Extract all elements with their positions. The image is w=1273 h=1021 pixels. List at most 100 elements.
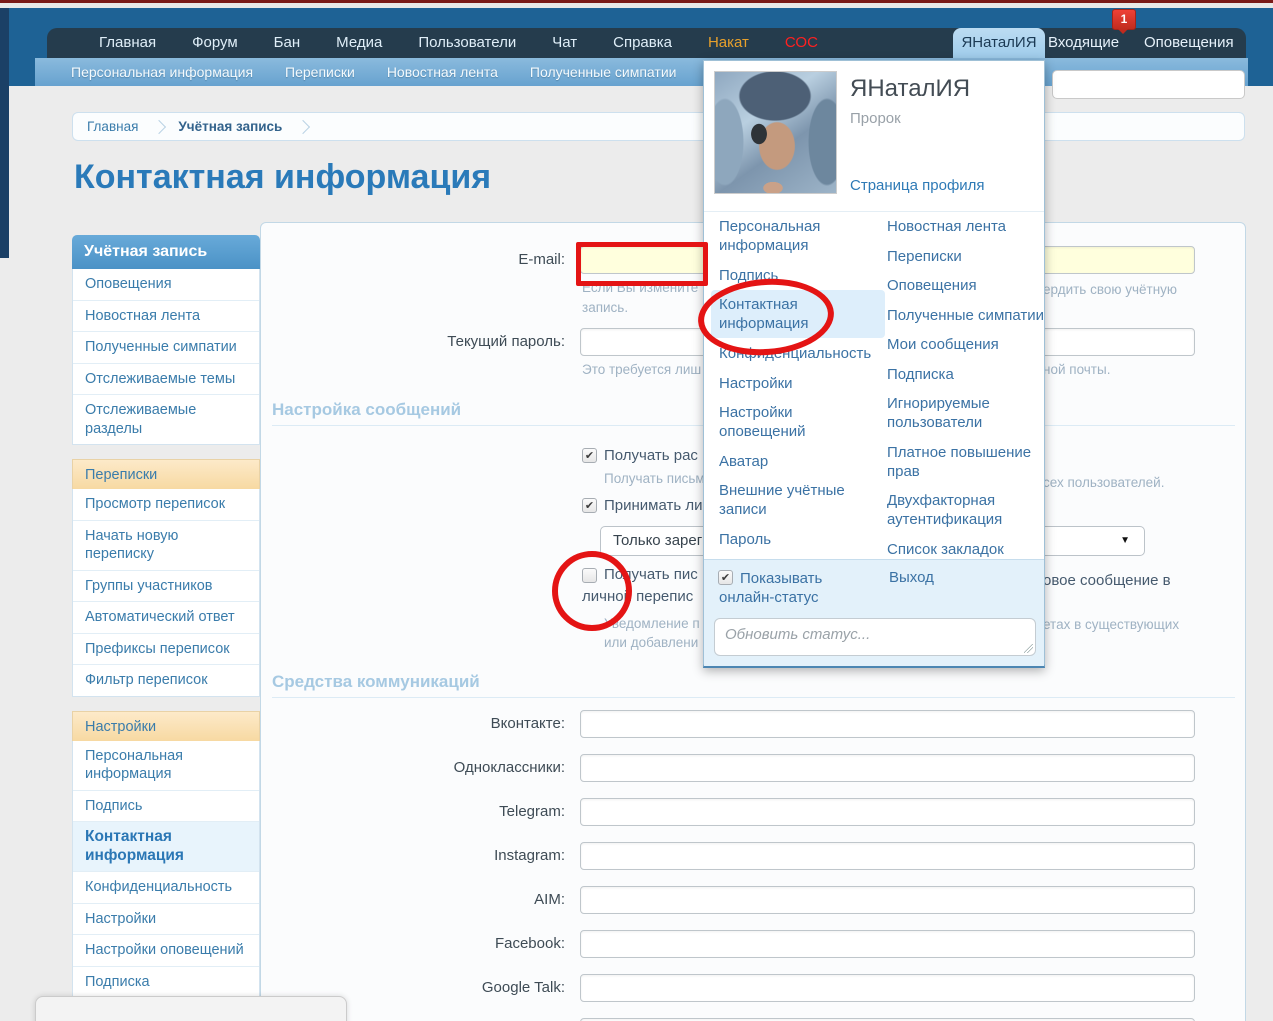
sidebar-item[interactable]: Подписка [73,967,259,999]
left-edge-strip [0,8,9,258]
social-field-input[interactable] [580,842,1195,870]
email-note-line2: запись. [582,300,628,315]
nav-item[interactable]: Форум [174,28,256,58]
social-field-label: Telegram: [265,798,565,826]
sidebar-section: НастройкиПерсональная информацияПодписьК… [72,711,260,1021]
nav-item-special[interactable]: Накат [690,28,767,58]
sidebar-item[interactable]: Контактная информация [73,822,259,872]
social-field-input[interactable] [580,754,1195,782]
nav-item[interactable]: Главная [81,28,174,58]
subnav-item[interactable]: Полученные симпатии [514,58,693,86]
accept-messages-checkbox[interactable]: ✔ [582,498,597,513]
dropdown-item[interactable]: Настройки оповещений [719,403,869,441]
sidebar-item[interactable]: Отслеживаемые темы [73,364,259,396]
sidebar-item[interactable]: Конфиденциальность [73,872,259,904]
accept-messages-label: Принимать ли [604,497,702,514]
email-note: Если Вы измените [582,280,698,295]
dropdown-left-column: Персональная информацияПодписьКонтактная… [719,217,869,559]
dropdown-item[interactable]: Платное повышение прав [887,443,1045,481]
online-status-label: Показывать онлайн-статус [719,569,849,607]
dropdown-item[interactable]: Конфиденциальность [719,344,869,363]
social-field-input[interactable] [580,710,1195,738]
profile-page-link[interactable]: Страница профиля [850,177,985,194]
social-field-input[interactable] [580,974,1195,1002]
page-title: Контактная информация [74,158,491,197]
dropdown-item[interactable]: Контактная информация [711,290,885,338]
sidebar-section: ПерепискиПросмотр переписокНачать новую … [72,459,260,697]
email-on-message-label-line1: Получать пис [604,566,698,583]
status-update-input[interactable] [714,618,1036,656]
sidebar-item[interactable]: Оповещения [73,269,259,301]
social-field-label: Facebook: [265,930,565,958]
email-on-message-checkbox[interactable] [582,568,597,583]
user-menu-tab[interactable]: ЯНаталИЯ [953,28,1045,58]
online-status-checkbox[interactable]: ✔ [718,570,733,585]
nav-item[interactable]: Справка [595,28,690,58]
dropdown-item[interactable]: Подпись [719,266,869,285]
resize-handle-icon[interactable] [1024,644,1033,653]
subnav-item[interactable]: Персональная информация [55,58,269,86]
mailing-note: Получать письм [604,471,705,486]
dropdown-right-column: Новостная лента Переписки Оповещения Получе… [887,217,1045,569]
breadcrumb-item[interactable]: Главная [87,119,138,134]
dropdown-item[interactable]: Аватар [719,452,869,471]
sidebar-item[interactable]: Настройки [73,904,259,936]
nav-item-inbox[interactable]: Входящие [1048,28,1119,58]
sidebar-item[interactable]: Настройки оповещений [73,935,259,967]
breadcrumb-item[interactable]: Учётная запись [178,119,282,134]
email-label: E-mail: [265,246,565,274]
sidebar-item[interactable]: Отслеживаемые разделы [73,395,259,444]
dropdown-item[interactable]: Список закладок [887,540,1045,559]
sidebar-item[interactable]: Персональная информация [73,741,259,791]
dropdown-item[interactable]: Настройки [719,374,869,393]
dropdown-item[interactable]: Мои сообщения [887,335,1045,354]
dropdown-item[interactable]: Подписка [887,365,1045,384]
sidebar-section: Учётная записьОповещенияНовостная лентаП… [72,235,260,445]
sidebar-item[interactable]: Просмотр переписок [73,489,259,521]
dropdown-item[interactable]: Полученные симпатии [887,306,1045,325]
dropdown-item[interactable]: Оповещения [887,276,1045,295]
mailing-checkbox[interactable]: ✔ [582,448,597,463]
dropdown-item[interactable]: Переписки [887,247,1045,266]
email-on-message-note: Уведомление п [604,616,700,631]
sidebar-item[interactable]: Новостная лента [73,301,259,333]
social-field-input[interactable] [580,886,1195,914]
password-note: Это требуется лиш [582,362,701,377]
inbox-unread-badge[interactable]: 1 [1112,9,1136,30]
sidebar-item[interactable]: Полученные симпатии [73,332,259,364]
dropdown-item[interactable]: Пароль [719,530,869,549]
search-input[interactable] [1052,70,1245,99]
nav-item[interactable]: Медиа [318,28,400,58]
nav-item[interactable]: Бан [256,28,318,58]
sidebar-item[interactable]: Группы участников [73,571,259,603]
sidebar-section-title: Переписки [72,459,260,489]
user-dropdown-menu: ЯНаталИЯ Пророк Страница профиля Персона… [703,60,1045,668]
current-password-label: Текущий пароль: [265,328,565,356]
page: ГлавнаяФорумБанМедиаПользователиЧатСправ… [0,0,1273,1021]
subnav-item[interactable]: Новостная лента [371,58,514,86]
social-field-label: Instagram: [265,842,565,870]
social-field-label: Вконтакте: [265,710,565,738]
email-on-message-note-line2: или добавлени [604,635,698,650]
sidebar-item[interactable]: Подпись [73,791,259,823]
sidebar-item[interactable]: Префиксы переписок [73,634,259,666]
dropdown-item[interactable]: Двухфакторная аутентификация [887,491,1045,529]
dropdown-footer: ✔ Показывать онлайн-статус Выход [704,559,1044,666]
sidebar-item[interactable]: Автоматический ответ [73,602,259,634]
dropdown-item[interactable]: Новостная лента [887,217,1045,236]
logout-link[interactable]: Выход [889,569,934,586]
sidebar-item[interactable]: Фильтр переписок [73,665,259,696]
nav-item[interactable]: Чат [534,28,595,58]
subnav-item[interactable]: Переписки [269,58,371,86]
dropdown-item[interactable]: Персональная информация [719,217,869,255]
sidebar-item[interactable]: Начать новую переписку [73,521,259,571]
breadcrumb: Главная Учётная запись [72,112,1245,141]
social-field-input[interactable] [580,798,1195,826]
nav-item[interactable]: Пользователи [400,28,534,58]
dropdown-item[interactable]: Игнорируемые пользователи [887,394,1045,432]
social-field-input[interactable] [580,930,1195,958]
avatar[interactable] [714,71,837,194]
dropdown-item[interactable]: Внешние учётные записи [719,481,869,519]
nav-item-alerts[interactable]: Оповещения [1144,28,1234,58]
nav-item-special[interactable]: СОС [767,28,836,58]
